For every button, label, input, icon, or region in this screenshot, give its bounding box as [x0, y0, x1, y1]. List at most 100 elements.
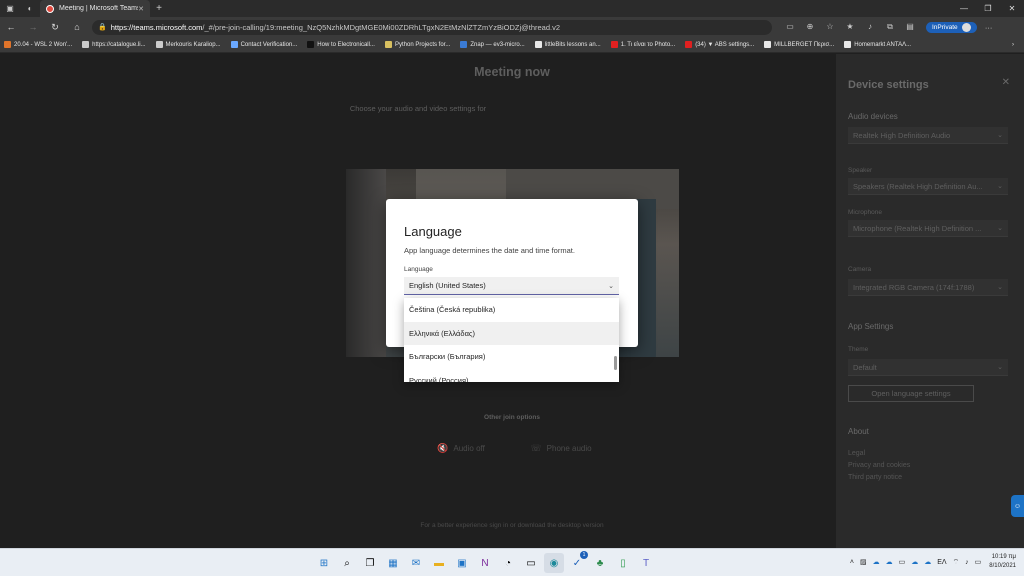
chevron-down-icon: ⌄	[997, 284, 1003, 291]
close-window-button[interactable]: ✕	[1000, 4, 1024, 13]
bookmark-favicon-icon	[4, 41, 11, 48]
language-option[interactable]: Ελληνικά (Ελλάδας)	[404, 321, 619, 345]
onedrive-icon[interactable]: ☁	[911, 558, 918, 566]
third-party-link[interactable]: Third party notice	[848, 474, 902, 481]
battery-icon[interactable]: ▭	[975, 558, 982, 566]
bookmarks-overflow-icon[interactable]: ›	[1012, 42, 1014, 48]
mail-icon[interactable]: ✉	[406, 553, 426, 573]
system-tray: ˄ ▨ ☁ ☁ ▭ ☁ ☁ ΕΛ ⌔ ♪ ▭ 10:19 πμ 8/10/202…	[844, 553, 1016, 571]
camera-select[interactable]: Integrated RGB Camera (174f:1788) ⌄	[848, 279, 1008, 296]
store-icon[interactable]: ▣	[452, 553, 472, 573]
lock-icon[interactable]: 🔒	[98, 23, 107, 31]
extensions-icon[interactable]: ⧉	[880, 22, 900, 32]
url-path: /_#/pre-join-calling/19:meeting_NzQ5Nzhk…	[202, 22, 561, 32]
bookmark-item[interactable]: (34) ▼ ABS settings...	[685, 41, 754, 48]
onenote-icon[interactable]: N	[475, 553, 495, 573]
onedrive-icon[interactable]: ☁	[873, 558, 880, 566]
scrollbar-thumb[interactable]	[614, 356, 617, 370]
language-option[interactable]: Русский (Россия)	[404, 369, 619, 382]
bookmark-item[interactable]: littleBits lessons an...	[534, 41, 601, 48]
favorite-add-icon[interactable]: ☆	[820, 22, 840, 32]
speaker-label: Speaker	[848, 167, 873, 174]
volume-icon[interactable]: ♪	[965, 559, 969, 566]
bookmark-item[interactable]: Contact Verification...	[230, 41, 297, 48]
language-option[interactable]: Čeština (Česká republika)	[404, 298, 619, 322]
bookmark-item[interactable]: Merkouris Karaliop...	[155, 41, 221, 48]
language-option[interactable]: Български (България)	[404, 345, 619, 369]
edge-icon[interactable]: ◉	[544, 553, 564, 573]
legal-link[interactable]: Legal	[848, 450, 865, 457]
theme-label: Theme	[848, 346, 869, 353]
widgets-icon[interactable]: ▦	[383, 553, 403, 573]
new-tab-button[interactable]: +	[150, 3, 168, 14]
bookmark-item[interactable]: Znap — ev3-micro...	[460, 41, 525, 48]
privacy-link[interactable]: Privacy and cookies	[848, 462, 910, 469]
language-field-label: Language	[404, 266, 433, 273]
speaker-value: Speakers (Realtek High Definition Au...	[853, 181, 983, 191]
onedrive-icon[interactable]: ☁	[924, 558, 931, 566]
collections-icon[interactable]: ▤	[900, 22, 920, 32]
bookmark-item[interactable]: 20.04 - WSL 2 Won'...	[4, 41, 72, 48]
bookmark-item[interactable]: 1. Τι είναι το Photo...	[610, 41, 675, 48]
home-button[interactable]: ⌂	[66, 22, 88, 32]
bookmark-item[interactable]: https://catalogue.li...	[82, 41, 146, 48]
speedtest-icon[interactable]: ◔	[498, 553, 518, 573]
speaker-select[interactable]: Speakers (Realtek High Definition Au... ⌄	[848, 178, 1008, 195]
phone-audio-button[interactable]: ☏ Phone audio	[512, 430, 610, 466]
input-language[interactable]: ΕΛ	[937, 559, 946, 566]
language-select[interactable]: English (United States) ⌄	[404, 277, 619, 295]
inprivate-badge[interactable]: InPrivate	[926, 21, 977, 33]
forward-button[interactable]: →	[22, 22, 44, 32]
close-icon[interactable]: ✕	[1002, 77, 1010, 88]
audio-off-label: Audio off	[453, 443, 485, 453]
todo-icon[interactable]: ✓ 1	[567, 551, 588, 573]
refresh-button[interactable]: ↻	[44, 22, 66, 33]
bookmark-favicon-icon	[230, 41, 238, 48]
bookmark-favicon-icon	[844, 41, 852, 48]
bookmark-favicon-icon	[534, 41, 542, 48]
browser-tab[interactable]: Meeting | Microsoft Teams ✕	[40, 0, 150, 17]
phone-icon: ☏	[530, 442, 542, 453]
app-icon[interactable]: ♣	[590, 553, 610, 573]
microphone-label: Microphone	[848, 209, 882, 216]
restore-button[interactable]: ❐	[976, 4, 1000, 13]
url-host: https://teams.microsoft.com	[110, 22, 203, 32]
teams-app-icon[interactable]: T	[636, 553, 656, 573]
bookmark-favicon-icon	[82, 41, 90, 48]
prejoin-subtitle: Choose your audio and video settings for	[349, 104, 487, 113]
tray-app-icon[interactable]: ▨	[860, 558, 867, 566]
close-tab-icon[interactable]: ✕	[138, 5, 144, 13]
terminal-icon[interactable]: ▭	[521, 553, 541, 573]
bookmark-item[interactable]: MILLBERGET Περισ...	[764, 41, 834, 48]
search-icon[interactable]: ⌕	[337, 553, 357, 573]
bookmark-item[interactable]: How to Electronicall...	[307, 41, 375, 48]
open-language-settings-button[interactable]: Open language settings	[848, 385, 974, 402]
address-bar[interactable]: 🔒 https://teams.microsoft.com /_#/pre-jo…	[92, 19, 772, 35]
back-button[interactable]: ←	[0, 22, 22, 32]
chevron-up-icon[interactable]: ˄	[850, 559, 854, 566]
zoom-icon[interactable]: ⊕	[800, 22, 820, 32]
start-icon[interactable]: ⊞	[314, 553, 334, 573]
theme-select[interactable]: Default ⌄	[848, 359, 1008, 376]
clock[interactable]: 10:19 πμ 8/10/2021	[989, 553, 1016, 571]
audio-device-select[interactable]: Realtek High Definition Audio ⌄	[848, 127, 1008, 144]
tray-icon[interactable]: ▭	[899, 558, 906, 566]
bookmark-item[interactable]: Python Projects for...	[384, 41, 450, 48]
read-aloud-icon[interactable]: ♪	[860, 22, 880, 32]
audio-off-button[interactable]: 🔇 Audio off	[412, 430, 510, 466]
task-view-icon[interactable]: ❐	[360, 553, 380, 573]
window-menu-icon[interactable]: ▣	[0, 0, 20, 17]
minimize-button[interactable]: —	[952, 4, 976, 13]
side-feedback-icon[interactable]: ☺	[1011, 495, 1024, 517]
onedrive-icon[interactable]: ☁	[886, 558, 893, 566]
notepad-icon[interactable]: ▯	[613, 553, 633, 573]
file-explorer-icon[interactable]: ▬	[429, 553, 449, 573]
favorites-icon[interactable]: ★	[840, 22, 860, 32]
bookmark-item[interactable]: Homemarkt ANTAΛ...	[844, 41, 911, 48]
teams-icon[interactable]: ◐	[20, 0, 40, 17]
wifi-icon[interactable]: ⌔	[953, 558, 960, 567]
date: 8/10/2021	[989, 563, 1016, 569]
more-options-icon[interactable]: ···	[981, 23, 997, 32]
microphone-select[interactable]: Microphone (Realtek High Definition ... ⌄	[848, 220, 1008, 237]
camera-icon[interactable]: ▭	[780, 22, 800, 32]
